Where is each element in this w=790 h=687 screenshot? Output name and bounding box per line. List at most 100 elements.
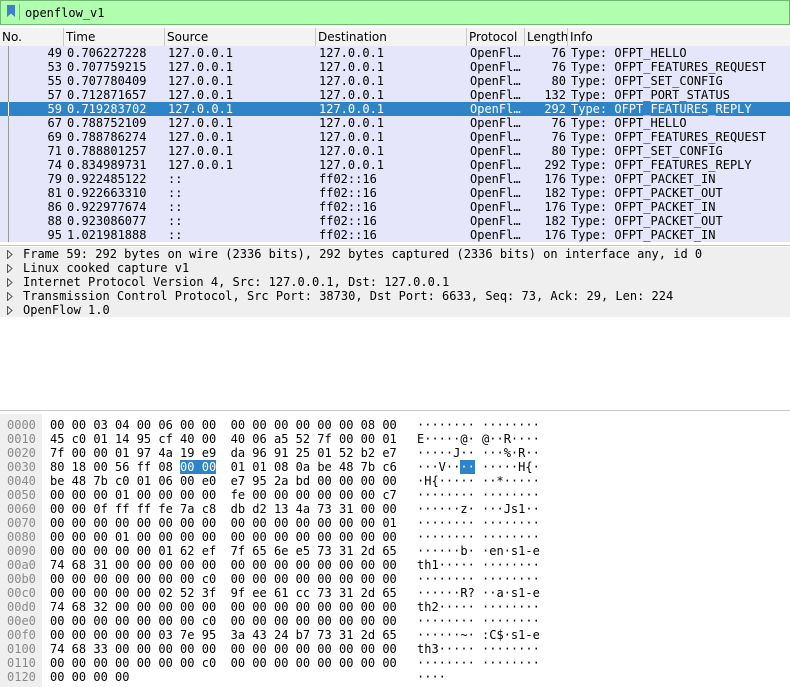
list-details-splitter[interactable]	[0, 245, 790, 246]
ascii-bytes[interactable]: ······R? ··a·s1-e	[417, 586, 540, 600]
packet-row[interactable]: 57 0.712871657 127.0.0.1 127.0.0.1 OpenFl… 13…	[0, 88, 790, 102]
ascii-bytes[interactable]: E·····@· @··R····	[417, 432, 540, 446]
ascii-bytes[interactable]: ······b· ·en·s1-e	[417, 544, 540, 558]
hex-bytes[interactable]: 74 68 33 00 00 00 00 00 00 00 00 00 00 0…	[50, 642, 397, 656]
packet-details[interactable]: Frame 59: 292 bytes on wire (2336 bits),…	[0, 247, 790, 405]
hex-bytes[interactable]: 00 00 00 00 00 01 62 ef 7f 65 6e e5 73 3…	[50, 544, 397, 558]
display-filter-input[interactable]	[25, 4, 785, 21]
packet-row[interactable]: 55 0.707780409 127.0.0.1 127.0.0.1 OpenFl… 80…	[0, 74, 790, 88]
ascii-bytes[interactable]: ········ ········	[417, 418, 540, 432]
ascii-bytes[interactable]: ·····J·· ···%·R··	[417, 446, 540, 460]
ascii-bytes[interactable]: th2····· ········	[417, 600, 540, 614]
packet-row[interactable]: 59 0.719283702 127.0.0.1 127.0.0.1 OpenFl… 29…	[0, 102, 790, 116]
ascii-bytes-pre: ···V··	[417, 460, 461, 474]
column-header-destination[interactable]: Destination	[316, 28, 467, 46]
expand-arrow-icon[interactable]	[7, 261, 17, 275]
hex-bytes[interactable]: 00 00 00 00 00 00 00 c0 00 00 00 00 00 0…	[50, 656, 397, 670]
byte-offset: 0000	[7, 418, 36, 432]
packet-row[interactable]: 88 0.923086077:: ff02::16 OpenFl… 182 Type: O…	[0, 214, 790, 228]
packet-row[interactable]: 81 0.922663310:: ff02::16 OpenFl… 182 Type: O…	[0, 186, 790, 200]
hex-bytes[interactable]: 00 00 0f ff ff fe 7a c8 db d2 13 4a 73 3…	[50, 502, 397, 516]
packet-time-cell: 1.021981888	[67, 228, 147, 242]
ascii-bytes[interactable]: ········ ········	[417, 656, 540, 670]
packet-src-cell: 127.0.0.1	[168, 74, 234, 88]
expand-arrow-icon[interactable]	[7, 303, 17, 317]
detail-tree-item[interactable]: Frame 59: 292 bytes on wire (2336 bits),…	[0, 247, 790, 261]
ascii-bytes[interactable]: ······~· :C$·s1-e	[417, 628, 540, 642]
hex-bytes-selected[interactable]: 00 00	[180, 460, 217, 474]
packet-proto-cell: OpenFl…	[470, 214, 521, 228]
packet-no-cell: 53	[47, 60, 62, 74]
hex-bytes[interactable]: 45 c0 01 14 95 cf 40 00 40 06 a5 52 7f 0…	[50, 432, 397, 446]
packet-time-cell: 0.788752109	[67, 116, 147, 130]
ascii-bytes[interactable]: th1····· ········	[417, 558, 540, 572]
hex-bytes[interactable]: 00 00 03 04 00 06 00 00 00 00 00 00 00 0…	[50, 418, 397, 432]
packet-proto-cell: OpenFl…	[470, 144, 521, 158]
bookmark-icon[interactable]	[4, 4, 20, 20]
ascii-bytes[interactable]: ····	[417, 670, 446, 684]
packet-len-cell: 76	[551, 46, 566, 60]
byte-offset: 00f0	[7, 628, 36, 642]
hex-bytes[interactable]: 80 18 00 56 ff 08 00 00 01 01 08 0a be 4…	[50, 460, 397, 474]
expand-arrow-icon[interactable]	[7, 275, 17, 289]
expand-arrow-icon[interactable]	[7, 247, 17, 261]
column-header-length[interactable]: Length	[525, 28, 568, 46]
packet-bytes[interactable]: 0000 00 00 03 04 00 06 00 00 00 00 00 00 …	[0, 414, 790, 687]
ascii-bytes[interactable]: ········ ········	[417, 488, 540, 502]
ascii-bytes[interactable]: ·H{····· ··*·····	[417, 474, 540, 488]
hex-bytes[interactable]: 00 00 00 00	[50, 670, 129, 684]
packet-dst-cell: 127.0.0.1	[319, 158, 385, 172]
hex-bytes[interactable]: 00 00 00 00 00 00 00 00 00 00 00 00 00 0…	[50, 516, 397, 530]
hex-row: 00d0 74 68 32 00 00 00 00 00 00 00 00 00 …	[0, 600, 790, 614]
column-header-time[interactable]: Time	[64, 28, 165, 46]
packet-proto-cell: OpenFl…	[470, 172, 521, 186]
column-header-info[interactable]: Info	[568, 28, 790, 46]
ascii-bytes[interactable]: th3····· ········	[417, 642, 540, 656]
display-filter-bar[interactable]	[0, 0, 790, 25]
byte-offset: 0120	[7, 670, 36, 684]
details-bytes-splitter[interactable]	[0, 410, 790, 411]
hex-bytes[interactable]: 74 68 32 00 00 00 00 00 00 00 00 00 00 0…	[50, 600, 397, 614]
detail-tree-item[interactable]: Internet Protocol Version 4, Src: 127.0.…	[0, 275, 790, 289]
ascii-bytes[interactable]: ······z· ···Js1··	[417, 502, 540, 516]
detail-tree-item[interactable]: OpenFlow 1.0	[0, 303, 790, 317]
hex-row: 0070 00 00 00 00 00 00 00 00 00 00 00 00 …	[0, 516, 790, 530]
detail-tree-item[interactable]: Transmission Control Protocol, Src Port:…	[0, 289, 790, 303]
packet-row[interactable]: 95 1.021981888:: ff02::16 OpenFl… 176 Type: O…	[0, 228, 790, 242]
hex-bytes[interactable]: 00 00 00 00 00 03 7e 95 3a 43 24 b7 73 3…	[50, 628, 397, 642]
detail-tree-item[interactable]: Linux cooked capture v1	[0, 261, 790, 275]
packet-row[interactable]: 86 0.922977674:: ff02::16 OpenFl… 176 Type: O…	[0, 200, 790, 214]
hex-bytes[interactable]: 00 00 00 00 00 00 00 c0 00 00 00 00 00 0…	[50, 614, 397, 628]
packet-row[interactable]: 69 0.788786274 127.0.0.1 127.0.0.1 OpenFl… 76…	[0, 130, 790, 144]
packet-row[interactable]: 79 0.922485122:: ff02::16 OpenFl… 176 Type: O…	[0, 172, 790, 186]
hex-bytes[interactable]: 00 00 00 00 00 02 52 3f 9f ee 61 cc 73 3…	[50, 586, 397, 600]
hex-bytes[interactable]: 7f 00 00 01 97 4a 19 e9 da 96 91 25 01 5…	[50, 446, 397, 460]
packet-dst-cell: 127.0.0.1	[319, 144, 385, 158]
packet-row[interactable]: 74 0.834989731 127.0.0.1 127.0.0.1 OpenFl… 29…	[0, 158, 790, 172]
byte-offset: 0090	[7, 544, 36, 558]
ascii-bytes[interactable]: ········ ········	[417, 530, 540, 544]
packet-row[interactable]: 53 0.707759215 127.0.0.1 127.0.0.1 OpenFl… 76…	[0, 60, 790, 74]
ascii-bytes[interactable]: ···V···· ·····H{·	[417, 460, 540, 474]
hex-bytes[interactable]: 00 00 00 01 00 00 00 00 fe 00 00 00 00 0…	[50, 488, 397, 502]
hex-bytes[interactable]: be 48 7b c0 01 06 00 e0 e7 95 2a bd 00 0…	[50, 474, 397, 488]
packet-row[interactable]: 67 0.788752109 127.0.0.1 127.0.0.1 OpenFl… 76…	[0, 116, 790, 130]
hex-bytes[interactable]: 74 68 31 00 00 00 00 00 00 00 00 00 00 0…	[50, 558, 397, 572]
expand-arrow-icon[interactable]	[7, 289, 17, 303]
packet-row[interactable]: 49 0.706227228 127.0.0.1 127.0.0.1 OpenFl… 76…	[0, 46, 790, 60]
packet-src-cell: ::	[168, 172, 183, 186]
packet-time-cell: 0.712871657	[67, 88, 147, 102]
hex-bytes[interactable]: 00 00 00 01 00 00 00 00 00 00 00 00 00 0…	[50, 530, 397, 544]
ascii-bytes[interactable]: ········ ········	[417, 516, 540, 530]
column-header-source[interactable]: Source	[165, 28, 316, 46]
ascii-bytes-selected[interactable]: ··	[460, 460, 475, 474]
hex-bytes[interactable]: 00 00 00 00 00 00 00 c0 00 00 00 00 00 0…	[50, 572, 397, 586]
packet-time-cell: 0.922977674	[67, 200, 147, 214]
column-header-protocol[interactable]: Protocol	[467, 28, 525, 46]
ascii-bytes[interactable]: ········ ········	[417, 614, 540, 628]
packet-proto-cell: OpenFl…	[470, 200, 521, 214]
ascii-bytes[interactable]: ········ ········	[417, 572, 540, 586]
column-header-no[interactable]: No.	[0, 28, 64, 46]
packet-row[interactable]: 71 0.788801257 127.0.0.1 127.0.0.1 OpenFl… 80…	[0, 144, 790, 158]
packet-list[interactable]: No. Time Source Destination Protocol Len…	[0, 28, 790, 243]
